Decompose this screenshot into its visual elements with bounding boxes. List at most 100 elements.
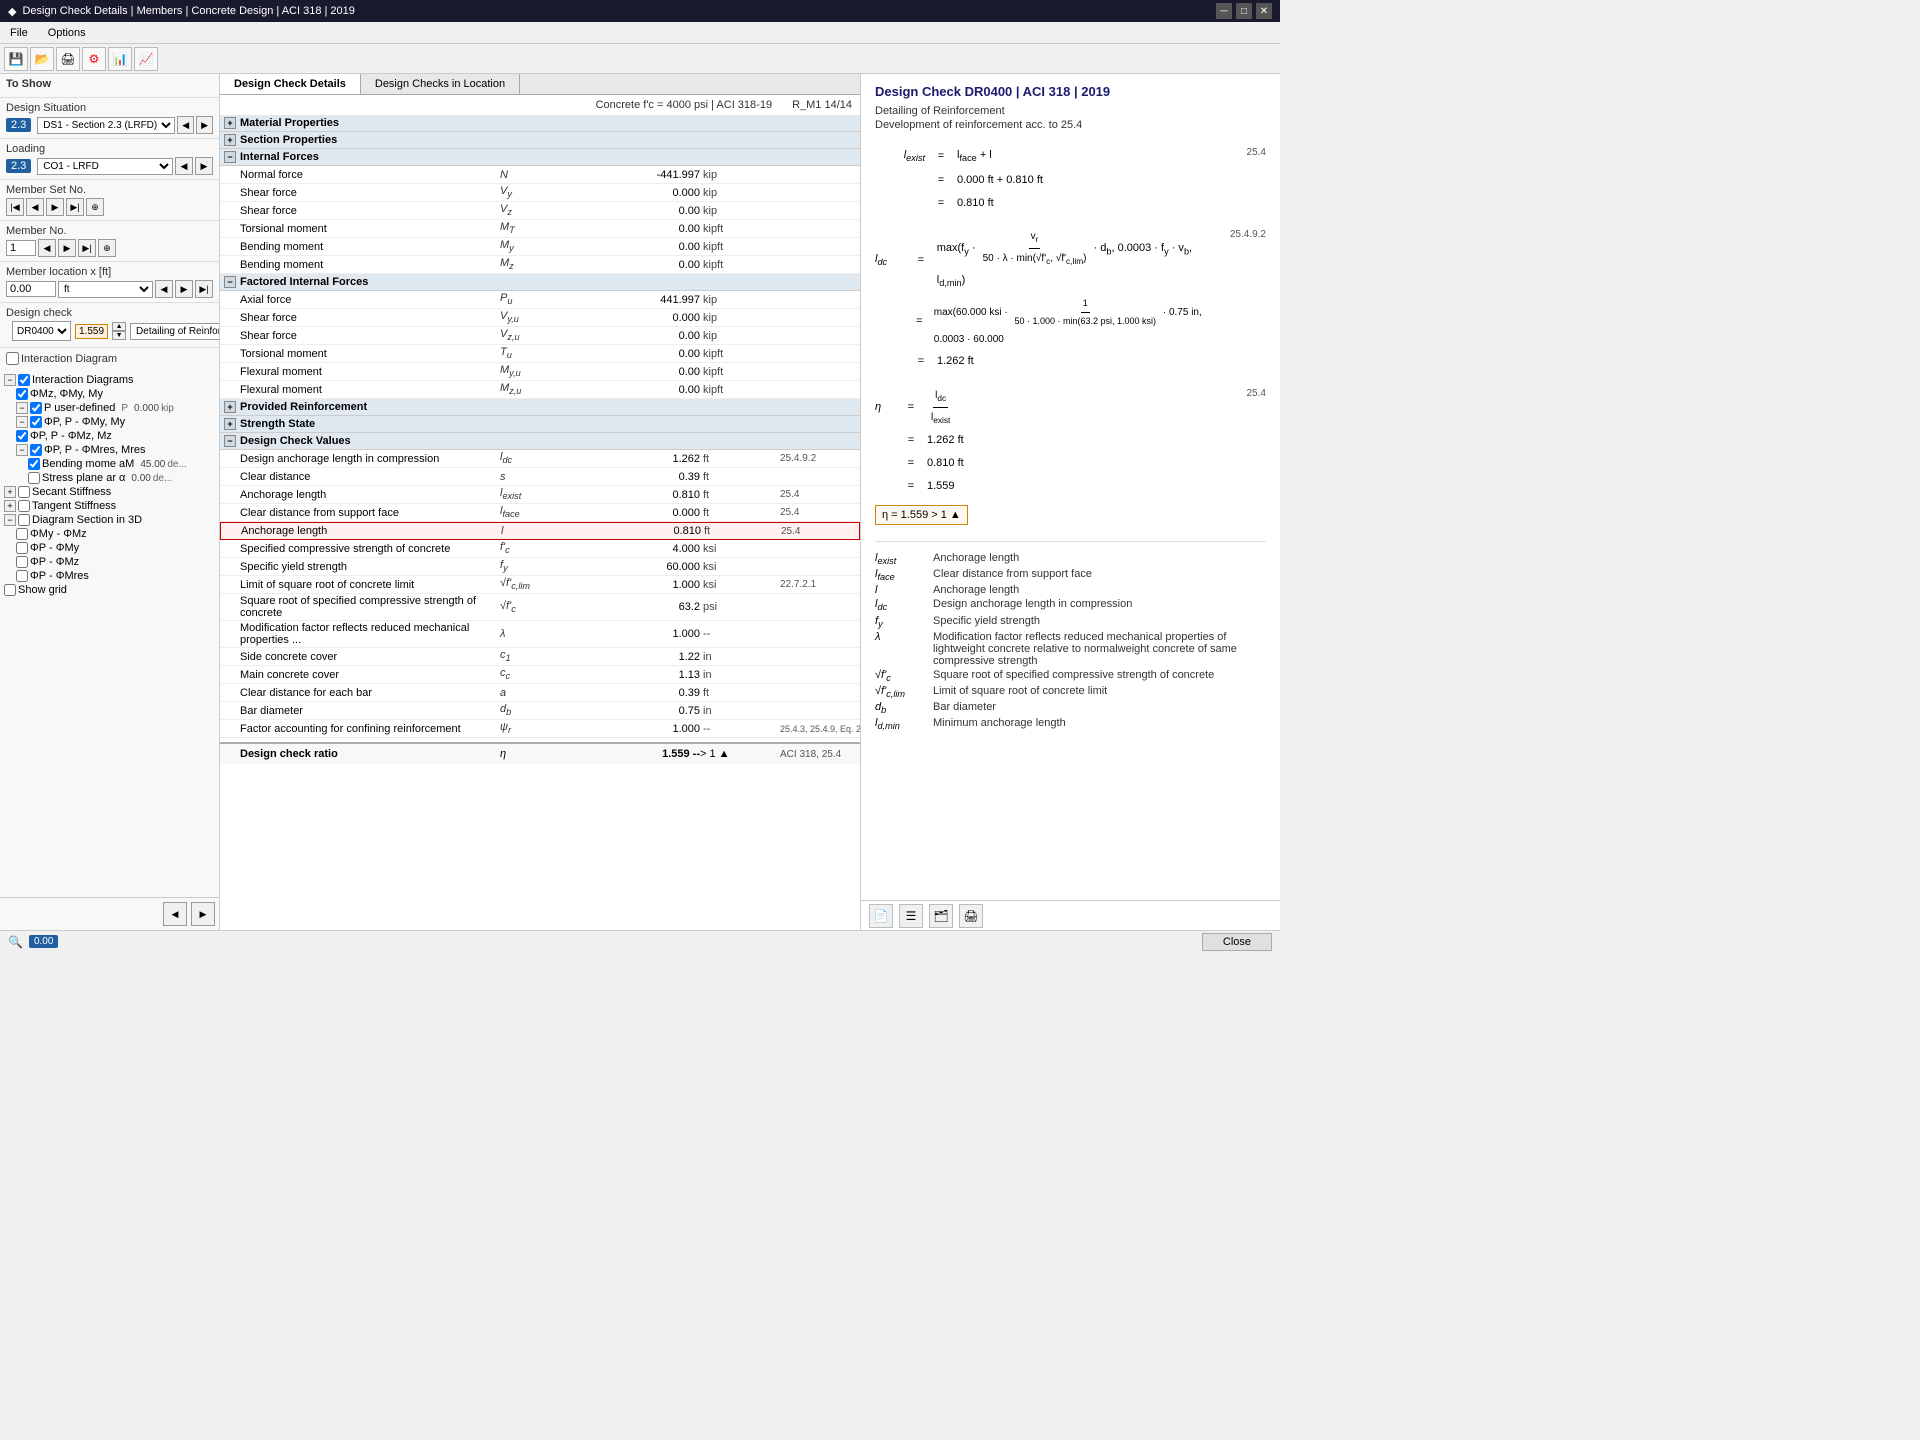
loading-prev[interactable]: ◀ [175,157,193,175]
section-section-props[interactable]: + Section Properties [220,132,860,149]
cb-stress-plane[interactable] [28,472,40,484]
tree-toggle-phip-phimres[interactable]: − [16,444,28,456]
cb-phip-phimy[interactable] [30,416,42,428]
loading-select[interactable]: CO1 - LRFD [37,158,173,175]
tree-item-phip-phimres2[interactable]: ΦP - ΦMres [16,569,215,583]
tree-toggle-p-user[interactable]: − [16,402,28,414]
tree-item-bending-mome[interactable]: Bending mome aM 45.00 de... [28,457,215,471]
menu-options[interactable]: Options [42,25,92,41]
cb-show-grid[interactable] [4,584,16,596]
design-situation-select[interactable]: DS1 - Section 2.3 (LRFD) [37,117,175,134]
tree-item-phimz-phimy[interactable]: ΦMz, ΦMy, My [16,387,215,401]
section-toggle-factored[interactable]: − [224,276,236,288]
section-strength[interactable]: + Strength State [220,416,860,433]
member-location-input[interactable] [6,281,56,297]
cb-p-user[interactable] [30,402,42,414]
tree-toggle-diagram-3d[interactable]: − [4,514,16,526]
member-no-prev[interactable]: ◀ [38,239,56,257]
section-internal-forces[interactable]: − Internal Forces [220,149,860,166]
tree-item-stress-plane[interactable]: Stress plane ar α 0.00 de... [28,471,215,485]
member-no-input[interactable] [6,240,36,256]
cb-secant[interactable] [18,486,30,498]
member-set-last[interactable]: ▶| [66,198,84,216]
cb-phip-phimres2[interactable] [16,570,28,582]
design-check-desc-select[interactable]: Detailing of Reinfor... [130,323,220,340]
member-set-next[interactable]: ▶ [46,198,64,216]
tree-toggle-secant[interactable]: + [4,486,16,498]
tree-toggle-interaction[interactable]: − [4,374,16,386]
right-icon-doc[interactable]: 📄 [869,904,893,928]
section-toggle-reinf[interactable]: + [224,401,236,413]
design-check-select[interactable]: DR0400 [12,321,71,341]
tree-item-phip-phimy2[interactable]: ΦP - ΦMy [16,541,215,555]
toolbar-btn-4[interactable]: ⚙ [82,47,106,71]
close-button[interactable]: ✕ [1256,3,1272,19]
menu-file[interactable]: File [4,25,34,41]
right-icon-list[interactable]: ☰ [899,904,923,928]
member-no-last[interactable]: ▶| [78,239,96,257]
tree-item-interaction-diagrams[interactable]: − Interaction Diagrams [4,373,215,387]
tree-toggle-phip-phimy[interactable]: − [16,416,28,428]
location-next[interactable]: ▶ [175,280,193,298]
member-set-pick[interactable]: ⊕ [86,198,104,216]
section-design-check-values[interactable]: − Design Check Values [220,433,860,450]
cb-phip-phimz2[interactable] [16,556,28,568]
nav-right[interactable]: ▶ [191,902,215,926]
section-toggle-material[interactable]: + [224,117,236,129]
member-location-unit[interactable]: ft [58,281,153,298]
right-icon-print[interactable]: 🖨 [959,904,983,928]
section-material[interactable]: + Material Properties [220,115,860,132]
nav-left[interactable]: ◀ [163,902,187,926]
tree-item-secant[interactable]: + Secant Stiffness [4,485,215,499]
cb-phip-phimres[interactable] [30,444,42,456]
tree-item-phip-phimy[interactable]: − ΦP, P - ΦMy, My [16,415,215,429]
tree-item-show-grid[interactable]: Show grid [4,583,215,597]
design-situation-next[interactable]: ▶ [196,116,213,134]
tab-design-check-details[interactable]: Design Check Details [220,74,361,94]
tree-item-phimy-phimz[interactable]: ΦMy - ΦMz [16,527,215,541]
toolbar-btn-3[interactable]: 🖨 [56,47,80,71]
cb-interaction-diagrams[interactable] [18,374,30,386]
loading-next[interactable]: ▶ [195,157,213,175]
toolbar-btn-5[interactable]: 📊 [108,47,132,71]
section-toggle-internal[interactable]: − [224,151,236,163]
toolbar-btn-2[interactable]: 📂 [30,47,54,71]
design-situation-prev[interactable]: ◀ [177,116,194,134]
section-toggle-section[interactable]: + [224,134,236,146]
member-no-label: Member No. [6,225,213,237]
cb-phimz-phimy[interactable] [16,388,28,400]
location-prev[interactable]: ◀ [155,280,173,298]
right-icon-table[interactable]: 🗂 [929,904,953,928]
tab-design-checks-location[interactable]: Design Checks in Location [361,74,520,94]
cb-phimy-phimz[interactable] [16,528,28,540]
maximize-button[interactable]: □ [1236,3,1252,19]
cb-phip-phimy2[interactable] [16,542,28,554]
section-toggle-strength[interactable]: + [224,418,236,430]
tree-item-phip-phimz[interactable]: ΦP, P - ΦMz, Mz [16,429,215,443]
design-check-up[interactable]: ▲ [112,322,126,331]
design-check-down[interactable]: ▼ [112,331,126,340]
minimize-button[interactable]: ─ [1216,3,1232,19]
close-button-bottom[interactable]: Close [1202,933,1272,951]
toolbar-btn-1[interactable]: 💾 [4,47,28,71]
section-toggle-dcv[interactable]: − [224,435,236,447]
member-set-first[interactable]: |◀ [6,198,24,216]
cb-diagram-3d[interactable] [18,514,30,526]
cb-tangent[interactable] [18,500,30,512]
tree-item-p-user[interactable]: − P user-defined P 0.000 kip [16,401,215,415]
section-factored[interactable]: − Factored Internal Forces [220,274,860,291]
cb-bending-mome[interactable] [28,458,40,470]
tree-item-phip-phimres[interactable]: − ΦP, P - ΦMres, Mres [16,443,215,457]
member-no-next[interactable]: ▶ [58,239,76,257]
toolbar-btn-6[interactable]: 📈 [134,47,158,71]
tree-item-tangent[interactable]: + Tangent Stiffness [4,499,215,513]
tree-toggle-tangent[interactable]: + [4,500,16,512]
interaction-diagram-checkbox[interactable] [6,352,19,365]
cb-phip-phimz[interactable] [16,430,28,442]
section-provided-reinf[interactable]: + Provided Reinforcement [220,399,860,416]
tree-item-phip-phimz2[interactable]: ΦP - ΦMz [16,555,215,569]
location-last[interactable]: ▶| [195,280,213,298]
tree-item-diagram-3d[interactable]: − Diagram Section in 3D [4,513,215,527]
member-no-pick[interactable]: ⊕ [98,239,116,257]
member-set-prev[interactable]: ◀ [26,198,44,216]
